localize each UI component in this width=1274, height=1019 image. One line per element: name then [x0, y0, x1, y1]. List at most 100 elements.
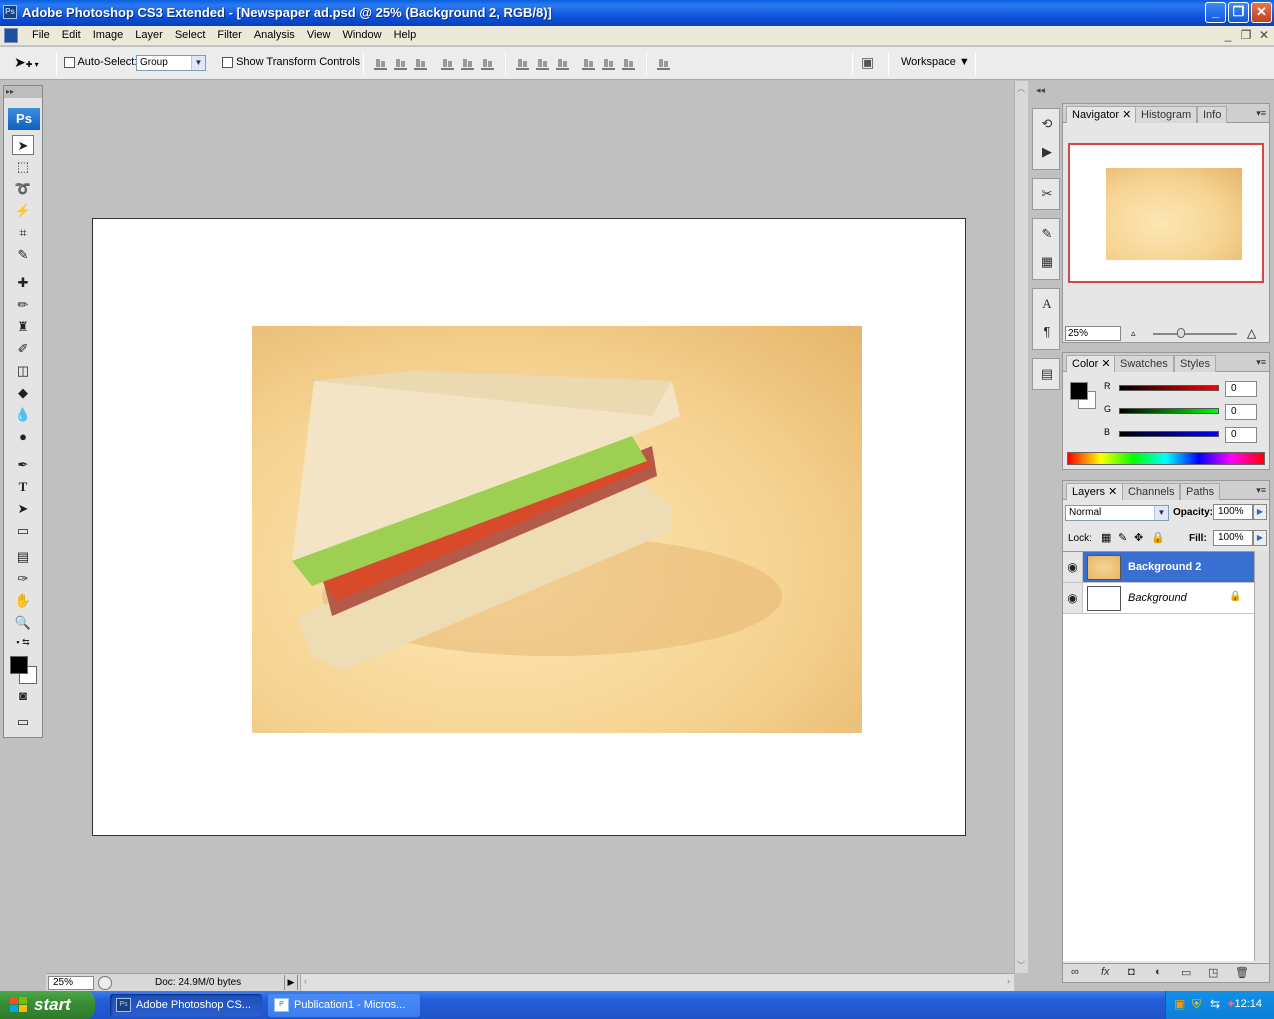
transform-controls-option[interactable]: Show Transform Controls	[222, 56, 360, 68]
toolbox-grip[interactable]: ▸▸	[4, 86, 42, 98]
tray-security-icon[interactable]: ▣	[1174, 997, 1185, 1011]
magic-wand-tool-icon[interactable]: ⚡	[12, 201, 34, 221]
scroll-up-icon[interactable]: ︿	[1017, 83, 1025, 94]
scroll-down-icon[interactable]: ﹀	[1017, 960, 1025, 971]
menu-layer[interactable]: Layer	[129, 29, 169, 41]
vertical-scrollbar[interactable]: ︿ ﹀	[1014, 81, 1028, 973]
menu-image[interactable]: Image	[87, 29, 130, 41]
layer-mask-icon[interactable]: ◘	[1128, 966, 1135, 978]
layer-style-icon[interactable]: fx	[1101, 966, 1110, 978]
crop-tool-icon[interactable]: ⌗	[12, 223, 34, 243]
auto-select-option[interactable]: Auto-Select:	[64, 56, 137, 68]
menu-analysis[interactable]: Analysis	[248, 29, 301, 41]
tray-shield-icon[interactable]: ⛨	[1192, 997, 1201, 1012]
align-hcenter-icon[interactable]	[461, 57, 474, 70]
zoom-tool-icon[interactable]: 🔍	[12, 613, 34, 633]
zoom-field[interactable]: 25%	[48, 976, 94, 990]
close-button[interactable]: ✕	[1251, 2, 1272, 23]
menu-file[interactable]: File	[26, 29, 56, 41]
tab-swatches[interactable]: Swatches	[1114, 355, 1174, 372]
visibility-eye-icon[interactable]: ◉	[1063, 552, 1083, 582]
task-photoshop[interactable]: Ps Adobe Photoshop CS...	[110, 994, 262, 1017]
clone-source-icon[interactable]: ▦	[1036, 252, 1058, 272]
status-menu-arrow-icon[interactable]: ▶	[284, 975, 298, 990]
red-slider[interactable]	[1119, 385, 1219, 391]
align-top-icon[interactable]	[374, 57, 387, 70]
dock-collapse-icon[interactable]: ◂◂	[1036, 85, 1045, 96]
layer-comps-icon[interactable]: ▤	[1036, 364, 1058, 384]
move-tool-icon[interactable]: ➤	[12, 135, 34, 155]
navigator-zoom-field[interactable]: 25%	[1065, 326, 1121, 341]
marquee-tool-icon[interactable]: ⬚	[12, 157, 34, 177]
layer-row-background[interactable]: ◉ Background 🔒	[1063, 583, 1254, 614]
document-icon[interactable]	[4, 28, 18, 43]
menu-edit[interactable]: Edit	[56, 29, 87, 41]
distribute-left-icon[interactable]	[582, 57, 595, 70]
navigator-preview[interactable]	[1068, 143, 1264, 283]
green-value[interactable]: 0	[1225, 404, 1257, 420]
distribute-bottom-icon[interactable]	[556, 57, 569, 70]
fill-arrow-icon[interactable]: ▶	[1253, 530, 1267, 546]
zoom-out-icon[interactable]: ▵	[1131, 328, 1136, 339]
distribute-hcenter-icon[interactable]	[602, 57, 615, 70]
tray-network-icon[interactable]: ⇆	[1210, 997, 1220, 1011]
color-spectrum-ramp[interactable]	[1067, 452, 1265, 465]
tab-color[interactable]: Color ✕	[1066, 355, 1117, 372]
menu-view[interactable]: View	[301, 29, 337, 41]
foreground-color-swatch[interactable]	[10, 656, 28, 674]
paragraph-panel-icon[interactable]: ¶	[1036, 322, 1058, 342]
path-selection-tool-icon[interactable]: ➤	[12, 499, 34, 519]
tab-layers[interactable]: Layers ✕	[1066, 483, 1124, 500]
hand-tool-icon[interactable]: ✋	[12, 591, 34, 611]
lock-all-icon[interactable]: 🔒	[1151, 531, 1165, 544]
new-layer-icon[interactable]: ◳	[1208, 966, 1218, 979]
rectangle-tool-icon[interactable]: ▭	[12, 521, 34, 541]
dodge-tool-icon[interactable]: ●	[12, 427, 34, 447]
restore-button[interactable]: ❐	[1228, 2, 1249, 23]
eyedropper-tool-icon[interactable]: ✑	[12, 569, 34, 589]
zoom-in-icon[interactable]: △	[1247, 326, 1256, 340]
align-left-icon[interactable]	[441, 57, 454, 70]
auto-select-checkbox[interactable]	[64, 56, 75, 68]
brushes-panel-icon[interactable]: ✎	[1036, 224, 1058, 244]
auto-align-layers-icon[interactable]	[657, 57, 670, 70]
move-tool-preset-icon[interactable]: ➤✚ ▾	[14, 54, 39, 71]
notes-tool-icon[interactable]: ▤	[12, 547, 34, 567]
adjustment-layer-icon[interactable]: ◐	[1155, 966, 1162, 978]
tab-histogram[interactable]: Histogram	[1135, 106, 1198, 123]
green-slider[interactable]	[1119, 408, 1219, 414]
panel-menu-icon[interactable]: ▾≡	[1256, 357, 1266, 368]
lock-pixels-icon[interactable]: ✎	[1118, 531, 1127, 544]
red-value[interactable]: 0	[1225, 381, 1257, 397]
menu-filter[interactable]: Filter	[211, 29, 247, 41]
link-layers-icon[interactable]: ∞	[1071, 966, 1079, 978]
layers-scrollbar[interactable]	[1254, 551, 1269, 961]
type-tool-icon[interactable]: T	[12, 477, 34, 497]
slice-tool-icon[interactable]: ✎	[12, 245, 34, 265]
status-info-icon[interactable]	[98, 976, 112, 990]
photoshop-logo[interactable]: Ps	[8, 108, 40, 130]
lasso-tool-icon[interactable]: ➰	[12, 179, 34, 199]
panel-menu-icon[interactable]: ▾≡	[1256, 108, 1266, 119]
healing-brush-tool-icon[interactable]: ✚	[12, 273, 34, 293]
tab-channels[interactable]: Channels	[1122, 483, 1181, 500]
distribute-right-icon[interactable]	[622, 57, 635, 70]
transform-controls-checkbox[interactable]	[222, 56, 233, 68]
history-panel-icon[interactable]: ⟲	[1036, 114, 1058, 134]
zoom-slider-track[interactable]	[1153, 333, 1237, 335]
blend-mode-dropdown[interactable]: Normal ▼	[1065, 505, 1169, 521]
character-panel-icon[interactable]: A	[1036, 294, 1058, 314]
paint-bucket-tool-icon[interactable]: ◆	[12, 383, 34, 403]
menu-select[interactable]: Select	[169, 29, 212, 41]
quick-mask-icon[interactable]: ◙	[12, 686, 34, 706]
history-brush-tool-icon[interactable]: ✐	[12, 339, 34, 359]
swap-colors-icon[interactable]: ▪ ⇆	[12, 635, 34, 649]
menu-window[interactable]: Window	[336, 29, 387, 41]
tab-navigator[interactable]: Navigator ✕	[1066, 106, 1138, 123]
doc-restore-icon[interactable]: ❐	[1238, 28, 1254, 42]
align-right-icon[interactable]	[481, 57, 494, 70]
doc-close-icon[interactable]: ✕	[1256, 28, 1272, 42]
new-group-icon[interactable]: ▭	[1181, 966, 1191, 979]
file-browser-icon[interactable]: ▣	[861, 54, 874, 71]
sandwich-photo-layer[interactable]	[252, 326, 862, 733]
